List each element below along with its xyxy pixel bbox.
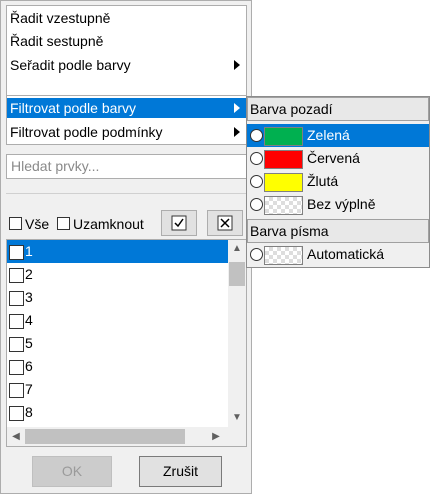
filter-by-color-label: Filtrovat podle barvy <box>10 100 137 116</box>
scroll-up-icon[interactable]: ▲ <box>228 240 246 258</box>
horizontal-scrollbar[interactable]: ◀ ▶ <box>7 427 246 446</box>
scroll-down-icon[interactable]: ▼ <box>228 409 246 427</box>
scroll-left-icon[interactable]: ◀ <box>7 427 25 446</box>
checkbox-icon[interactable] <box>9 337 24 352</box>
color-option-label: Bez výplně <box>307 196 376 212</box>
checkbox-icon[interactable] <box>9 245 24 260</box>
color-swatch <box>264 173 303 192</box>
radio-icon <box>250 175 263 188</box>
checkbox-icon[interactable] <box>9 406 24 421</box>
color-option[interactable]: Zelená <box>247 124 429 147</box>
radio-icon <box>250 198 263 211</box>
ok-button[interactable]: OK <box>32 456 112 487</box>
uncheck-all-button[interactable] <box>207 210 243 236</box>
vertical-scrollbar[interactable]: ▲ ▼ <box>228 240 246 427</box>
list-item-label: 2 <box>25 266 33 282</box>
list-item-label: 4 <box>25 312 33 328</box>
list-item[interactable]: 1 <box>7 240 228 263</box>
list-item-label: 5 <box>25 335 33 351</box>
checkbox-icon[interactable] <box>9 268 24 283</box>
checkbox-icon[interactable] <box>9 314 24 329</box>
color-swatch <box>264 246 303 265</box>
color-submenu: Barva pozadí Zelená Červená Žlutá Bez výpln… <box>246 96 430 268</box>
divider <box>6 193 247 194</box>
submenu-arrow-icon <box>234 60 240 70</box>
value-list: 1 2 3 4 5 6 7 8 ▲ ▼ ◀ ▶ <box>6 239 247 447</box>
scroll-thumb[interactable] <box>229 262 245 286</box>
list-item[interactable]: 5 <box>7 332 228 355</box>
color-option[interactable]: Automatická <box>247 243 429 266</box>
checkbox-icon <box>57 217 70 230</box>
checkbox-icon[interactable] <box>9 360 24 375</box>
cancel-button[interactable]: Zrušit <box>139 456 222 487</box>
radio-icon <box>250 152 263 165</box>
sort-descending-item[interactable]: Řadit sestupně <box>10 31 103 51</box>
checkmark-box-icon <box>171 215 187 231</box>
list-item-label: 3 <box>25 289 33 305</box>
list-item-label: 7 <box>25 381 33 397</box>
list-item[interactable]: 8 <box>7 401 228 424</box>
filter-menu: Filtrovat podle barvy Filtrovat podle po… <box>6 95 247 145</box>
background-color-header: Barva pozadí <box>247 97 429 121</box>
color-swatch <box>264 127 303 146</box>
list-item-label: 1 <box>25 243 33 259</box>
color-swatch <box>264 150 303 169</box>
filter-dropdown-panel: Řadit vzestupně Řadit sestupně Seřadit p… <box>0 0 252 494</box>
color-option-label: Automatická <box>307 246 385 262</box>
list-item[interactable]: 7 <box>7 378 228 401</box>
color-option[interactable]: Žlutá <box>247 170 429 193</box>
search-input[interactable]: Hledat prvky... <box>6 154 247 179</box>
font-color-header: Barva písma <box>247 219 429 243</box>
filter-by-color-item[interactable]: Filtrovat podle barvy <box>7 98 246 118</box>
color-option-label: Žlutá <box>307 173 339 189</box>
sort-by-color-item[interactable]: Seřadit podle barvy <box>10 55 243 75</box>
radio-icon <box>250 129 263 142</box>
color-option-label: Zelená <box>307 127 350 143</box>
submenu-arrow-icon <box>234 127 240 137</box>
lock-label: Uzamknout <box>73 216 144 232</box>
list-item[interactable]: 4 <box>7 309 228 332</box>
sort-ascending-item[interactable]: Řadit vzestupně <box>10 8 110 28</box>
filter-by-condition-item[interactable]: Filtrovat podle podmínky <box>10 122 243 142</box>
color-option[interactable]: Červená <box>247 147 429 170</box>
color-option-label: Červená <box>307 150 360 166</box>
checkbox-icon[interactable] <box>9 383 24 398</box>
sort-by-color-label: Seřadit podle barvy <box>10 57 131 73</box>
scroll-right-icon[interactable]: ▶ <box>207 427 225 446</box>
list-item-label: 6 <box>25 358 33 374</box>
list-item[interactable]: 3 <box>7 286 228 309</box>
select-all-label: Vše <box>25 216 50 232</box>
list-item[interactable]: 6 <box>7 355 228 378</box>
list-item-label: 8 <box>25 404 33 420</box>
checkbox-icon <box>9 217 22 230</box>
color-option[interactable]: Bez výplně <box>247 193 429 216</box>
x-box-icon <box>217 215 233 231</box>
radio-icon <box>250 248 263 261</box>
submenu-arrow-icon <box>234 103 240 113</box>
checkbox-icon[interactable] <box>9 291 24 306</box>
list-item[interactable]: 2 <box>7 263 228 286</box>
filter-by-condition-label: Filtrovat podle podmínky <box>10 124 163 140</box>
check-all-button[interactable] <box>161 210 197 236</box>
scroll-thumb[interactable] <box>25 429 185 444</box>
color-swatch <box>264 196 303 215</box>
